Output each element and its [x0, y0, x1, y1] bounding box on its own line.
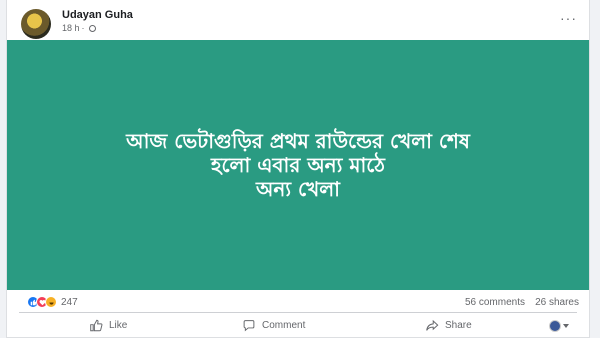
- author-name[interactable]: Udayan Guha: [62, 9, 133, 21]
- banner-line: আজ ভেটাগুড়ির প্রথম রাউন্ডের খেলা শেষ: [126, 129, 470, 153]
- avatar[interactable]: [21, 9, 51, 39]
- post-time[interactable]: 18 h: [62, 23, 80, 33]
- share-icon: [426, 319, 439, 331]
- banner-line: অন্য খেলা: [256, 177, 340, 201]
- banner-text: আজ ভেটাগুড়ির প্রথম রাউন্ডের খেলা শেষ হল…: [126, 129, 470, 201]
- share-button[interactable]: Share: [425, 319, 472, 332]
- react-as-selector[interactable]: [549, 320, 569, 332]
- meta-separator: ·: [81, 23, 85, 33]
- comment-button[interactable]: Comment: [242, 319, 305, 332]
- banner-line: হলো এবার অন্য মাঠে: [211, 153, 385, 177]
- post-meta: 18 h ·: [62, 23, 96, 33]
- comment-count[interactable]: 56 comments: [465, 297, 525, 308]
- post-card: Udayan Guha 18 h · ··· আজ ভেটাগুড়ির প্র…: [6, 0, 590, 338]
- divider: [19, 312, 577, 313]
- haha-reaction-icon: [45, 296, 57, 308]
- post-actions: Like Comment Share: [7, 315, 589, 337]
- globe-icon: [88, 24, 96, 32]
- like-label: Like: [109, 320, 128, 331]
- reaction-icons[interactable]: [27, 296, 57, 308]
- post-stats: 247 56 comments 26 shares: [7, 293, 589, 311]
- comment-icon: [243, 320, 255, 332]
- comment-label: Comment: [262, 320, 306, 331]
- more-options-button[interactable]: ···: [560, 10, 577, 26]
- thumbs-up-icon: [90, 319, 103, 332]
- share-count[interactable]: 26 shares: [535, 297, 579, 308]
- share-label: Share: [445, 320, 472, 331]
- post-header: Udayan Guha 18 h · ···: [7, 0, 589, 40]
- post-text-banner: আজ ভেটাগুড়ির প্রথম রাউন্ডের খেলা শেষ হল…: [7, 40, 589, 290]
- profile-avatar-icon: [549, 320, 561, 332]
- caret-down-icon: [563, 324, 569, 328]
- like-button[interactable]: Like: [89, 319, 127, 332]
- reaction-count[interactable]: 247: [61, 297, 78, 308]
